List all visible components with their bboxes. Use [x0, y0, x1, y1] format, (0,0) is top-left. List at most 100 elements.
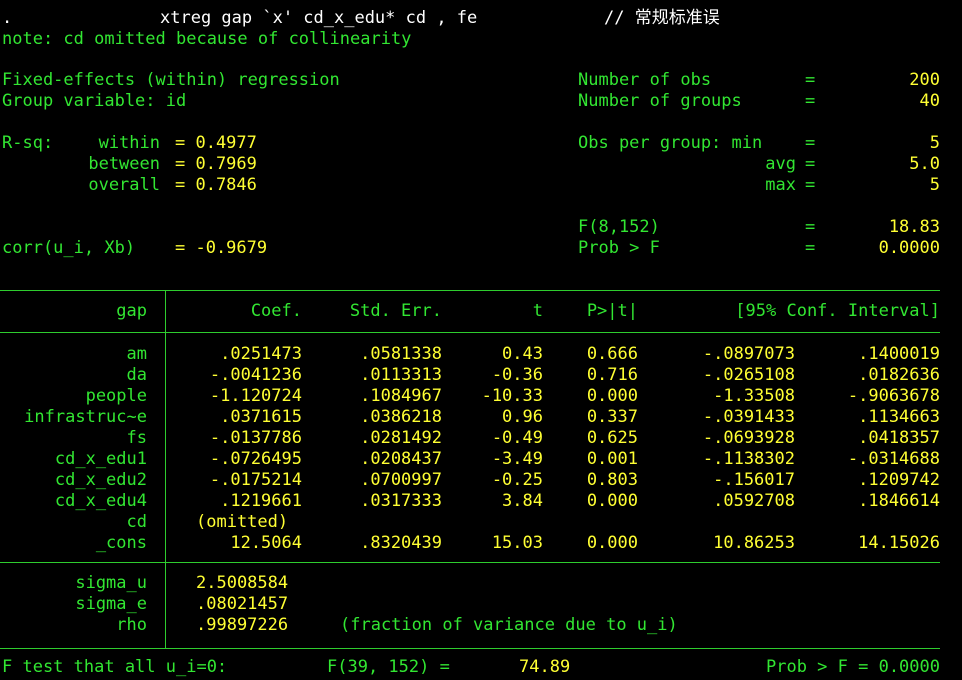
cell-coef: -.0041236 [209, 365, 302, 385]
cell-t: 3.84 [502, 491, 543, 511]
model-title: Fixed-effects (within) regression [2, 70, 340, 90]
cell-p: 0.666 [586, 344, 638, 364]
cell-coef: -1.120724 [209, 386, 302, 406]
cell-ci-high: .1846614 [858, 491, 940, 511]
opg-avg-value: 5.0 [909, 154, 940, 174]
cell-stderr: .0386218 [360, 407, 442, 427]
cell-ci-high: .1209742 [858, 470, 940, 490]
table-row: da -.0041236 .0113313 -0.36 0.716 -.0265108 .0… [0, 365, 962, 386]
col-header-ci: [95% Conf. Interval] [735, 301, 940, 321]
opg-max-label: max [765, 175, 796, 195]
cell-variable: am [126, 344, 147, 364]
table-header-rule [0, 332, 940, 333]
table-row: _cons 12.5064 .8320439 15.03 0.000 10.86253 14… [0, 533, 962, 554]
cell-ci-low: -1.33508 [713, 386, 795, 406]
cell-ci-low: .0592708 [713, 491, 795, 511]
col-header-var: gap [116, 301, 147, 321]
table-top-rule [0, 290, 940, 291]
cell-ci-low: 10.86253 [713, 533, 795, 553]
table-row: infrastruc~e .0371615 .0386218 0.96 0.337 -.0… [0, 407, 962, 428]
col-header-p: P>|t| [586, 301, 638, 321]
col-header-se: Std. Err. [349, 301, 442, 321]
cell-p: 0.000 [586, 386, 638, 406]
cell-stderr: .8320439 [360, 533, 442, 553]
cell-ci-low: -.156017 [713, 470, 795, 490]
rho-value: .99897226 [196, 615, 289, 635]
cell-p: 0.803 [586, 470, 638, 490]
cell-variable: _cons [95, 533, 147, 553]
opg-max-value: 5 [929, 175, 940, 195]
cell-p: 0.001 [586, 449, 638, 469]
cell-variable: cd [126, 512, 147, 532]
cell-coef: .1219661 [220, 491, 302, 511]
cell-coef: .0371615 [220, 407, 302, 427]
col-header-t: t [532, 301, 543, 321]
cell-variable: cd_x_edu1 [54, 449, 147, 469]
ftest-label: F test that all u_i=0: [2, 657, 228, 677]
cell-ci-low: -.0391433 [702, 407, 795, 427]
rho-label: rho [116, 615, 147, 635]
ftest-prob: Prob > F = 0.0000 [766, 657, 940, 677]
cell-ci-low: -.0897073 [702, 344, 795, 364]
command-prompt: . [2, 8, 13, 28]
cell-t: -3.49 [491, 449, 543, 469]
rsq-between-label: between [88, 154, 160, 174]
cell-variable: cd_x_edu4 [54, 491, 147, 511]
f-value: 18.83 [888, 217, 940, 237]
table-row: fs -.0137786 .0281492 -0.49 0.625 -.0693928 .0… [0, 428, 962, 449]
group-variable: Group variable: id [2, 91, 187, 111]
table-row: cd_x_edu1 -.0726495 .0208437 -3.49 0.001 -.11… [0, 449, 962, 470]
table-row: cd (omitted) [0, 512, 962, 533]
ftest-stat-label: F(39, 152) = [327, 657, 450, 677]
nobs-eq: = [805, 70, 816, 90]
cell-p: 0.000 [586, 491, 638, 511]
rsq-overall-label: overall [88, 175, 160, 195]
cell-ci-low: -.1138302 [702, 449, 795, 469]
cell-stderr: .1084967 [360, 386, 442, 406]
cell-variable: fs [126, 428, 147, 448]
ngroups-value: 40 [919, 91, 940, 111]
cell-coef: -.0726495 [209, 449, 302, 469]
cell-t: -0.36 [491, 365, 543, 385]
table-row: cd_x_edu2 -.0175214 .0700997 -0.25 0.803 -.15… [0, 470, 962, 491]
cell-t: 0.96 [502, 407, 543, 427]
table-row: cd_x_edu4 .1219661 .0317333 3.84 0.000 .05927… [0, 491, 962, 512]
ngroups-eq: = [805, 91, 816, 111]
cell-stderr: .0317333 [360, 491, 442, 511]
rsq-overall-value: = 0.7846 [175, 175, 257, 195]
rsq-within-label: within [98, 133, 160, 153]
probf-value: 0.0000 [878, 238, 940, 258]
cell-t: -0.49 [491, 428, 543, 448]
col-header-coef: Coef. [250, 301, 302, 321]
table-row: am .0251473 .0581338 0.43 0.666 -.0897073 .140… [0, 344, 962, 365]
probf-label: Prob > F [578, 238, 660, 258]
cell-t: 15.03 [491, 533, 543, 553]
cell-stderr: .0208437 [360, 449, 442, 469]
f-eq: = [805, 217, 816, 237]
cell-stderr: .0581338 [360, 344, 442, 364]
table-body-rule [0, 562, 940, 563]
rsq-label: R-sq: [2, 133, 54, 153]
ftest-stat-value: 74.89 [519, 657, 571, 677]
cell-coef: (omitted) [196, 512, 289, 532]
cell-stderr: .0700997 [360, 470, 442, 490]
cell-coef: -.0175214 [209, 470, 302, 490]
opg-avg-label: avg [765, 154, 796, 174]
cell-ci-low: -.0265108 [702, 365, 795, 385]
f-label: F(8,152) [578, 217, 660, 237]
cell-t: -10.33 [481, 386, 543, 406]
cell-ci-high: .1134663 [858, 407, 940, 427]
command-text: xtreg gap `x' cd_x_edu* cd , fe [160, 8, 478, 28]
cell-coef: -.0137786 [209, 428, 302, 448]
cell-ci-low: -.0693928 [702, 428, 795, 448]
cell-ci-high: .1400019 [858, 344, 940, 364]
sigma-e-label: sigma_e [75, 594, 147, 614]
table-row: people -1.120724 .1084967 -10.33 0.000 -1.335… [0, 386, 962, 407]
cell-ci-high: .0418357 [858, 428, 940, 448]
cell-p: 0.000 [586, 533, 638, 553]
cell-stderr: .0281492 [360, 428, 442, 448]
cell-p: 0.716 [586, 365, 638, 385]
cell-ci-high: .0182636 [858, 365, 940, 385]
sigma-u-label: sigma_u [75, 573, 147, 593]
cell-t: 0.43 [502, 344, 543, 364]
